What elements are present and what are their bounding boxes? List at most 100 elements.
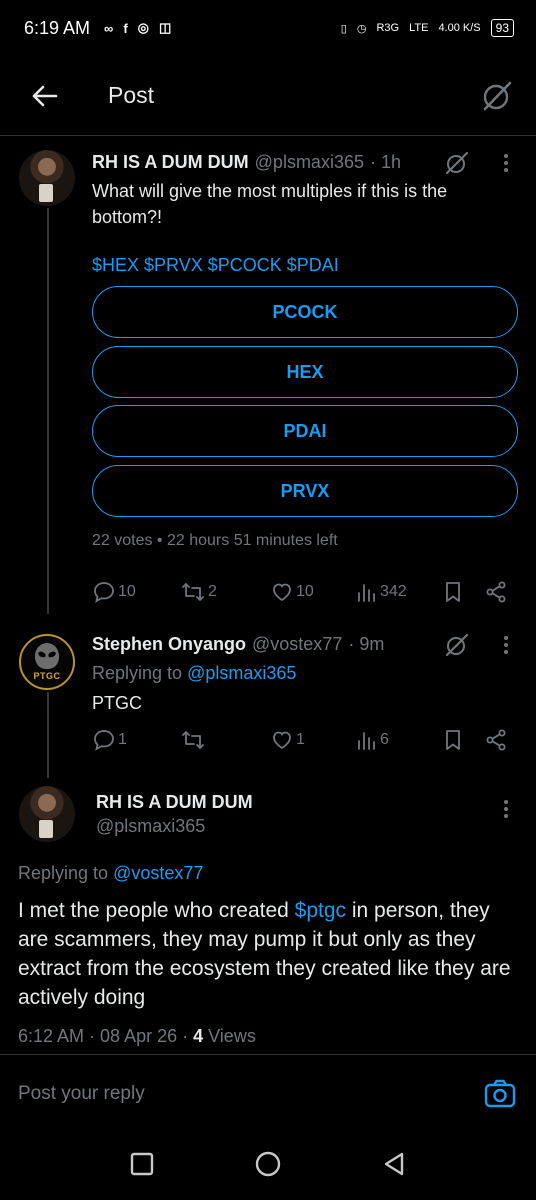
- alien-logo-icon: [35, 643, 59, 669]
- avatar[interactable]: [19, 150, 75, 206]
- replying-prefix: Replying to: [92, 663, 183, 683]
- recents-button[interactable]: [129, 1151, 155, 1182]
- author-name[interactable]: Stephen Onyango: [92, 634, 246, 655]
- heart-icon: [273, 731, 291, 750]
- more-icon: [504, 807, 508, 811]
- reply-icon: [94, 730, 114, 751]
- speed-label: 4.00 K/S: [438, 22, 481, 34]
- status-indicators: ▯ ◷ R3G LTE 4.00 K/S 93: [341, 19, 514, 37]
- post-header: RH IS A DUM DUM: [96, 792, 253, 813]
- bookmark-button[interactable]: [442, 728, 464, 752]
- author-name[interactable]: RH IS A DUM DUM: [96, 792, 253, 813]
- time-ago: · 1h: [369, 152, 402, 172]
- alarm-icon: ◷: [356, 22, 367, 35]
- grok-button[interactable]: [472, 71, 522, 121]
- poll-option-pdai[interactable]: PDAI: [92, 405, 518, 457]
- avatar[interactable]: PTGC: [19, 634, 75, 690]
- replying-to: Replying to @plsmaxi365: [92, 660, 296, 686]
- text-before: I met the people who created: [18, 899, 295, 922]
- poll-option-hex[interactable]: HEX: [92, 346, 518, 398]
- avatar[interactable]: [19, 786, 75, 842]
- back-button[interactable]: [14, 66, 74, 126]
- page-title: Post: [108, 82, 155, 108]
- camera-button[interactable]: [482, 1076, 518, 1112]
- timestamp: 6:12 AM · 08 Apr 26 ·: [18, 1026, 194, 1046]
- share-button[interactable]: [484, 728, 508, 752]
- lte-label: LTE: [409, 22, 429, 34]
- app-icon: ◫: [159, 20, 172, 35]
- game-icon: ∞: [104, 20, 114, 36]
- reply-icon: [94, 582, 114, 603]
- triangle-back-icon: [384, 1152, 403, 1175]
- post-tickers[interactable]: $HEX $PRVX $PCOCK $PDAI: [92, 252, 339, 278]
- poll-meta: 22 votes • 22 hours 51 minutes left: [92, 532, 338, 549]
- reply-count: 10: [118, 583, 136, 600]
- share-icon: [486, 581, 506, 603]
- repost-button[interactable]: 2: [180, 580, 217, 604]
- author-handle[interactable]: @vostex77: [252, 634, 342, 655]
- home-button[interactable]: [254, 1150, 282, 1183]
- post-text: PTGC: [92, 693, 143, 713]
- cashtag-link[interactable]: $ptgc: [295, 899, 346, 922]
- status-bar: 6:19 AM ∞ f ◎ ◫ ▯ ◷ R3G LTE 4.00 K/S 93: [0, 0, 536, 56]
- post-header: Stephen Onyango @vostex77 · 9m: [92, 634, 384, 655]
- reply-bar: [0, 1054, 536, 1132]
- views-icon: [358, 584, 375, 602]
- grok-button[interactable]: [440, 630, 474, 660]
- network-label: R3G: [376, 22, 400, 34]
- grok-icon: [445, 151, 469, 175]
- views-button[interactable]: 342: [356, 580, 407, 604]
- thread-line: [47, 692, 49, 778]
- top-bar: Post: [0, 56, 536, 136]
- arrow-left-icon: [32, 85, 58, 106]
- repost-icon: [182, 731, 204, 749]
- instagram-icon: ◎: [137, 20, 150, 35]
- avatar-label: PTGC: [33, 671, 61, 681]
- square-icon: [131, 1152, 154, 1175]
- back-nav-button[interactable]: [381, 1150, 407, 1183]
- poll-option-prvx[interactable]: PRVX: [92, 465, 518, 517]
- grok-button[interactable]: [440, 148, 474, 178]
- like-count: 10: [296, 583, 314, 600]
- views-count: 4: [193, 1026, 204, 1046]
- author-handle[interactable]: @plsmaxi365: [255, 152, 364, 173]
- replying-to-handle[interactable]: @plsmaxi365: [187, 663, 296, 683]
- replying-to-handle[interactable]: @vostex77: [113, 863, 203, 883]
- post-header: RH IS A DUM DUM @plsmaxi365 · 1h: [92, 152, 401, 173]
- like-count: 1: [296, 731, 305, 748]
- post-text: What will give the most multiples if thi…: [92, 181, 448, 227]
- grok-icon: [445, 633, 469, 657]
- grok-icon: [483, 81, 512, 110]
- replying-prefix: Replying to: [18, 863, 109, 883]
- views-icon: [358, 732, 375, 750]
- bookmark-button[interactable]: [442, 580, 464, 604]
- share-button[interactable]: [484, 580, 508, 604]
- like-button[interactable]: 1: [270, 728, 305, 752]
- repost-icon: [182, 583, 204, 601]
- more-icon: [504, 161, 508, 165]
- repost-button[interactable]: [180, 728, 208, 752]
- share-icon: [486, 729, 506, 751]
- battery-indicator: 93: [490, 19, 514, 37]
- time-ago: · 9m: [348, 634, 385, 654]
- bookmark-icon: [446, 730, 460, 750]
- more-button[interactable]: [494, 150, 518, 176]
- views-count: 6: [380, 731, 389, 748]
- like-button[interactable]: 10: [270, 580, 314, 604]
- replying-to: Replying to @vostex77: [18, 860, 203, 886]
- post-actions: 10 2 10 342: [92, 578, 518, 608]
- reply-button[interactable]: 1: [92, 728, 127, 752]
- reply-button[interactable]: 10: [92, 580, 136, 604]
- author-name[interactable]: RH IS A DUM DUM: [92, 152, 249, 173]
- more-button[interactable]: [494, 632, 518, 658]
- status-time: 6:19 AM: [24, 17, 91, 38]
- views-button[interactable]: 6: [356, 728, 389, 752]
- author-handle[interactable]: @plsmaxi365: [96, 816, 205, 837]
- views-count: 342: [380, 583, 407, 600]
- poll-option-pcock[interactable]: PCOCK: [92, 286, 518, 338]
- more-button[interactable]: [494, 796, 518, 822]
- circle-icon: [255, 1151, 281, 1176]
- reply-count: 1: [118, 731, 127, 748]
- reply-input[interactable]: [18, 1082, 482, 1105]
- facebook-icon: f: [123, 20, 128, 36]
